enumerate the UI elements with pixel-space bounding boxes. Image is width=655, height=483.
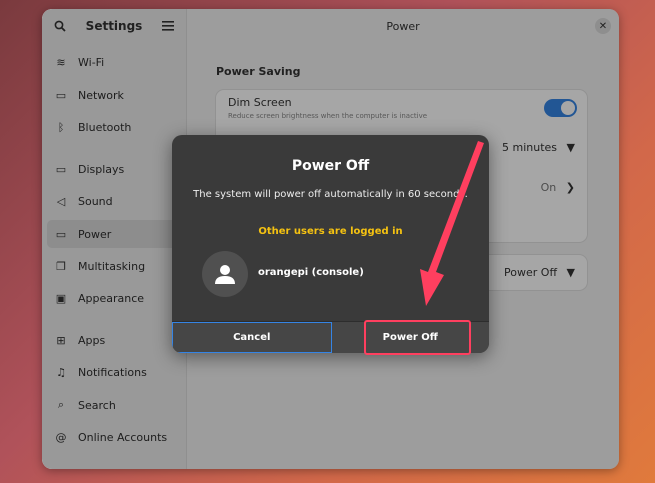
annotation-highlight-box — [364, 320, 471, 355]
user-name: orangepi (console) — [258, 267, 364, 278]
dialog-title: Power Off — [291, 158, 370, 174]
dialog-message: The system will power off automatically … — [193, 189, 468, 200]
avatar — [202, 251, 248, 297]
dialog-warning: Other users are logged in — [258, 226, 403, 237]
user-icon — [215, 265, 235, 284]
cancel-button[interactable]: Cancel — [172, 322, 332, 353]
